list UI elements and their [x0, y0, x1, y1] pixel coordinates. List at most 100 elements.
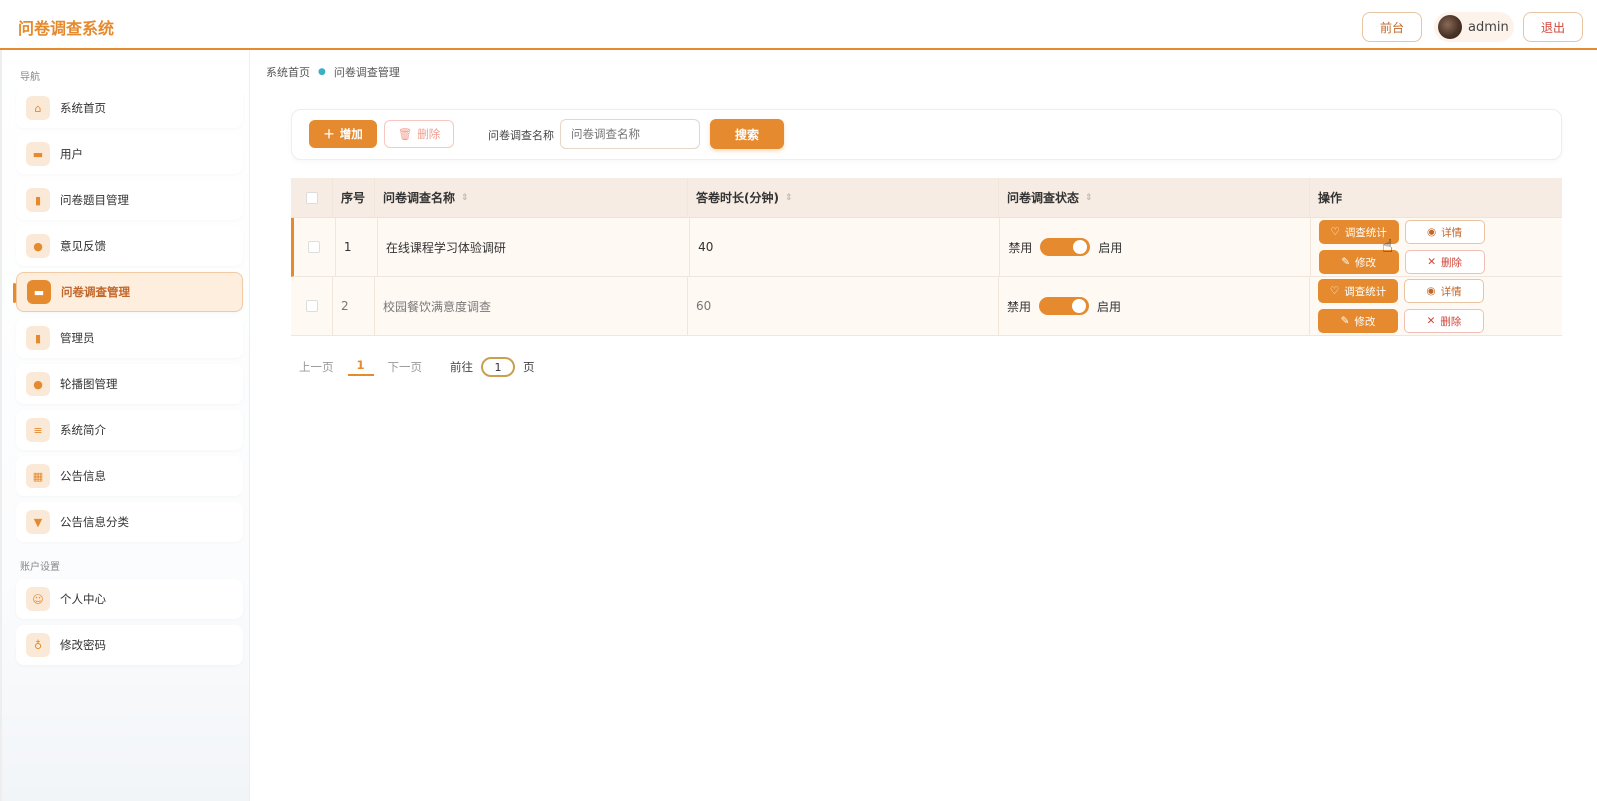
sliders-icon: ≡	[26, 418, 50, 442]
header-ops: 操作	[1318, 191, 1343, 205]
front-button[interactable]: 前台	[1362, 12, 1422, 42]
edit-icon: ✎	[1341, 256, 1351, 268]
sidebar-item-label: 修改密码	[60, 638, 106, 652]
sidebar-item-notices[interactable]: ▦ 公告信息	[16, 456, 243, 496]
home-icon: ⌂	[26, 96, 50, 120]
table-header: 序号 问卷调查名称 ⇕ 答卷时长(分钟) ⇕ 问卷调查状态 ⇕ 操作	[291, 178, 1562, 218]
plus-icon: ＋	[323, 127, 335, 141]
header-duration[interactable]: 答卷时长(分钟) ⇕	[688, 178, 999, 217]
delete-label: 删除	[1440, 315, 1462, 328]
header-status[interactable]: 问卷调查状态 ⇕	[999, 178, 1310, 217]
sort-icon[interactable]: ⇕	[785, 193, 793, 203]
user-menu[interactable]: admin	[1434, 12, 1514, 42]
add-button[interactable]: ＋ 增加	[309, 120, 377, 148]
row-no: 2	[333, 277, 375, 335]
trash-icon: 🗑	[397, 127, 413, 141]
row-ops: ♡ 调查统计 ◉ 详情 ✎ 修改 ✕ 删除	[1311, 218, 1562, 276]
sidebar-item-feedback[interactable]: ● 意见反馈	[16, 226, 243, 266]
sidebar-item-home[interactable]: ⌂ 系统首页	[16, 88, 243, 128]
stats-label: 调查统计	[1344, 285, 1387, 298]
table-row[interactable]: 1 在线课程学习体验调研 40 禁用 启用 ♡ 调查统计 ◉ 详情 ✎ 修改 ✕ 删除	[291, 218, 1562, 277]
breadcrumb-current: 问卷调查管理	[333, 66, 400, 79]
header-no: 序号	[333, 178, 375, 217]
logout-button[interactable]: 退出	[1523, 12, 1583, 42]
delete-button[interactable]: ✕ 删除	[1404, 250, 1485, 274]
sidebar-item-password[interactable]: ♁ 修改密码	[16, 625, 243, 665]
detail-button[interactable]: ◉ 详情	[1404, 220, 1485, 244]
table-row[interactable]: 2 校园餐饮满意度调查 60 禁用 启用 ♡ 调查统计 ◉ 详情 ✎ 修改 ✕ 删除	[291, 277, 1562, 336]
sidebar-item-label: 公告信息	[60, 469, 106, 483]
detail-label: 详情	[1441, 226, 1463, 239]
sidebar-item-label: 个人中心	[60, 592, 106, 606]
search-label: 问卷调查名称	[488, 129, 554, 142]
app-title: 问卷调查系统	[18, 19, 115, 38]
close-icon: ✕	[1427, 256, 1437, 268]
edit-button[interactable]: ✎ 修改	[1318, 309, 1398, 333]
hand-cursor-icon: ☝	[1382, 236, 1393, 257]
row-duration: 40	[690, 218, 1001, 276]
sidebar-item-notice-categories[interactable]: ▼ 公告信息分类	[16, 502, 243, 542]
sidebar-item-profile[interactable]: ☺ 个人中心	[16, 579, 243, 619]
sidebar-item-label: 系统首页	[60, 101, 106, 115]
sort-icon[interactable]: ⇕	[461, 193, 469, 203]
top-bar: 问卷调查系统 前台 admin 退出	[0, 0, 1597, 50]
prev-page-button[interactable]: 上一页	[299, 359, 334, 375]
balloon-icon: ●	[26, 234, 50, 258]
row-checkbox[interactable]	[305, 300, 318, 312]
sidebar-item-carousel[interactable]: ● 轮播图管理	[16, 364, 243, 404]
delete-label: 删除	[1441, 256, 1463, 269]
row-checkbox[interactable]	[308, 241, 321, 253]
stats-button[interactable]: ♡ 调查统计	[1318, 279, 1398, 303]
bulk-delete-button[interactable]: 🗑 删除	[384, 120, 454, 148]
search-button[interactable]: 搜索	[710, 119, 784, 149]
pagination: 上一页 1 下一页 前往 1 页	[299, 357, 535, 377]
status-off-label: 禁用	[1008, 240, 1033, 255]
status-toggle[interactable]	[1040, 238, 1091, 256]
detail-button[interactable]: ◉ 详情	[1404, 279, 1484, 303]
sidebar-item-intro[interactable]: ≡ 系统简介	[16, 410, 243, 450]
balloon-icon: ●	[26, 372, 50, 396]
nav-section-label: 导航	[20, 72, 40, 83]
eye-icon: ◉	[1426, 285, 1436, 297]
sort-icon[interactable]: ⇕	[1085, 193, 1093, 203]
sidebar-item-users[interactable]: ▬ 用户	[16, 134, 243, 174]
search-input[interactable]	[560, 119, 700, 149]
delete-button-label: 删除	[417, 127, 441, 141]
breadcrumb-home[interactable]: 系统首页	[266, 64, 310, 80]
sidebar-item-surveys[interactable]: ▬ 问卷调查管理	[13, 272, 243, 312]
user-name: admin	[1468, 19, 1509, 35]
sidebar-item-label: 系统简介	[60, 423, 106, 437]
sidebar-item-questions[interactable]: ▮ 问卷题目管理	[16, 180, 243, 220]
breadcrumb: 系统首页 ● 问卷调查管理	[266, 64, 400, 80]
sidebar-item-label: 问卷题目管理	[60, 193, 129, 207]
bar-chart-icon: ▮	[26, 188, 50, 212]
survey-table: 序号 问卷调查名称 ⇕ 答卷时长(分钟) ⇕ 问卷调查状态 ⇕ 操作 1 在线课程学习…	[291, 178, 1562, 336]
sidebar-item-label: 用户	[60, 147, 83, 161]
detail-label: 详情	[1440, 285, 1462, 298]
sidebar-item-label: 轮播图管理	[60, 377, 118, 391]
select-all-checkbox[interactable]	[305, 191, 318, 204]
sidebar-item-admins[interactable]: ▮ 管理员	[16, 318, 243, 358]
toolbar: ＋ 增加 🗑 删除 问卷调查名称 搜索	[291, 109, 1562, 160]
row-status: 禁用 启用	[999, 277, 1310, 335]
row-checkbox-cell	[291, 277, 333, 335]
breadcrumb-separator: ●	[318, 67, 326, 77]
status-on-label: 启用	[1097, 299, 1122, 314]
page-number-current[interactable]: 1	[347, 358, 374, 376]
stats-label: 调查统计	[1344, 226, 1387, 239]
sidebar-item-label: 管理员	[60, 331, 95, 345]
next-page-button[interactable]: 下一页	[388, 359, 423, 375]
grid-icon: ▦	[26, 464, 50, 488]
goto-label: 前往	[450, 360, 474, 374]
sidebar-item-label: 问卷调查管理	[61, 285, 130, 299]
row-no: 1	[336, 218, 378, 276]
edit-label: 修改	[1354, 315, 1376, 328]
goto-page-input[interactable]: 1	[481, 357, 516, 377]
account-section-label: 账户设置	[20, 562, 60, 573]
heart-icon: ♡	[1329, 285, 1340, 297]
header-status-label: 问卷调查状态	[1007, 191, 1080, 205]
briefcase-icon: ▬	[27, 280, 51, 304]
header-name[interactable]: 问卷调查名称 ⇕	[375, 178, 688, 217]
delete-button[interactable]: ✕ 删除	[1404, 309, 1484, 333]
status-toggle[interactable]	[1039, 297, 1090, 315]
